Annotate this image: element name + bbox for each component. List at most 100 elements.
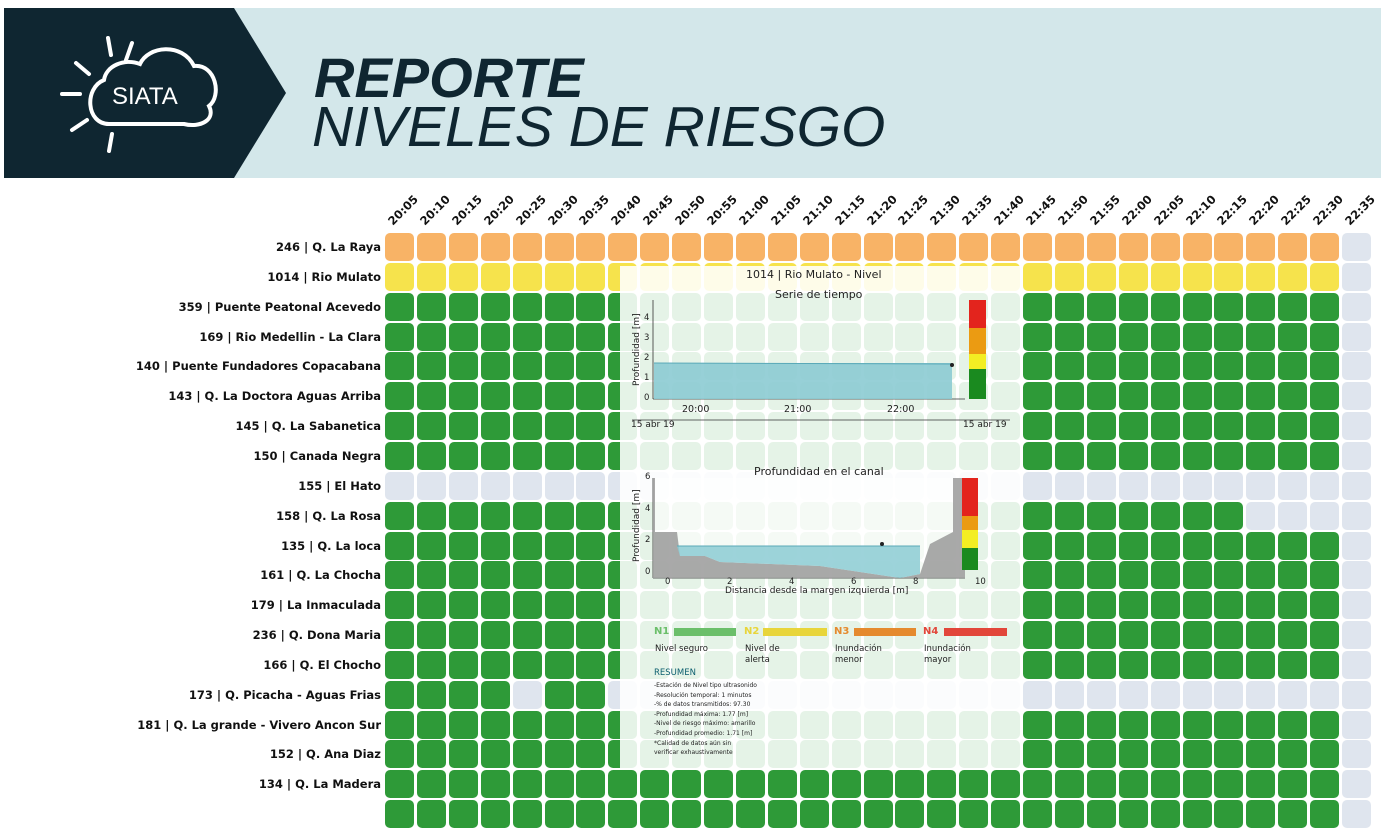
status-cell[interactable]: [927, 800, 957, 829]
status-cell[interactable]: [1342, 382, 1371, 411]
status-cell[interactable]: [385, 233, 414, 261]
status-cell[interactable]: [416, 412, 446, 441]
status-cell[interactable]: [512, 531, 542, 560]
status-cell[interactable]: [1310, 501, 1340, 530]
status-cell[interactable]: [1278, 591, 1308, 620]
status-cell[interactable]: [895, 233, 925, 261]
status-cell[interactable]: [1246, 740, 1276, 769]
status-cell[interactable]: [416, 591, 446, 620]
status-cell[interactable]: [1278, 292, 1308, 321]
status-cell[interactable]: [1278, 800, 1308, 829]
status-cell[interactable]: [1182, 233, 1212, 261]
status-cell[interactable]: [480, 471, 510, 500]
status-cell[interactable]: [1214, 471, 1244, 500]
status-cell[interactable]: [1342, 591, 1371, 620]
status-cell[interactable]: [1150, 740, 1180, 769]
status-cell[interactable]: [512, 292, 542, 321]
status-cell[interactable]: [863, 770, 893, 799]
status-cell[interactable]: [1310, 740, 1340, 769]
status-cell[interactable]: [672, 770, 702, 799]
status-cell[interactable]: [1150, 770, 1180, 799]
status-cell[interactable]: [1214, 740, 1244, 769]
status-cell[interactable]: [448, 501, 478, 530]
status-cell[interactable]: [1246, 471, 1276, 500]
status-cell[interactable]: [385, 770, 414, 799]
status-cell[interactable]: [416, 680, 446, 709]
status-cell[interactable]: [1246, 680, 1276, 709]
status-cell[interactable]: [831, 800, 861, 829]
status-cell[interactable]: [576, 262, 606, 291]
status-cell[interactable]: [1086, 501, 1116, 530]
status-cell[interactable]: [544, 471, 574, 500]
status-cell[interactable]: [576, 561, 606, 590]
status-cell[interactable]: [1246, 710, 1276, 739]
status-cell[interactable]: [1182, 322, 1212, 351]
status-cell[interactable]: [1342, 561, 1371, 590]
status-cell[interactable]: [1342, 740, 1371, 769]
status-cell[interactable]: [512, 471, 542, 500]
status-cell[interactable]: [1342, 531, 1371, 560]
status-cell[interactable]: [1118, 501, 1148, 530]
status-cell[interactable]: [1278, 262, 1308, 291]
status-cell[interactable]: [1310, 680, 1340, 709]
status-cell[interactable]: [1278, 621, 1308, 650]
status-cell[interactable]: [1182, 561, 1212, 590]
status-cell[interactable]: [416, 322, 446, 351]
status-cell[interactable]: [544, 412, 574, 441]
status-cell[interactable]: [1214, 292, 1244, 321]
status-cell[interactable]: [385, 441, 414, 470]
status-cell[interactable]: [480, 501, 510, 530]
status-cell[interactable]: [1246, 531, 1276, 560]
status-cell[interactable]: [1182, 621, 1212, 650]
status-cell[interactable]: [1023, 770, 1052, 799]
status-cell[interactable]: [544, 710, 574, 739]
status-cell[interactable]: [1023, 441, 1052, 470]
status-cell[interactable]: [576, 352, 606, 381]
status-cell[interactable]: [831, 770, 861, 799]
status-cell[interactable]: [1246, 621, 1276, 650]
status-cell[interactable]: [1054, 710, 1084, 739]
status-cell[interactable]: [480, 710, 510, 739]
status-cell[interactable]: [480, 292, 510, 321]
status-cell[interactable]: [1150, 412, 1180, 441]
status-cell[interactable]: [1342, 770, 1371, 799]
status-cell[interactable]: [512, 233, 542, 261]
status-cell[interactable]: [1054, 650, 1084, 679]
status-cell[interactable]: [1150, 650, 1180, 679]
status-cell[interactable]: [1214, 262, 1244, 291]
status-cell[interactable]: [416, 501, 446, 530]
status-cell[interactable]: [448, 800, 478, 829]
status-cell[interactable]: [640, 770, 670, 799]
status-cell[interactable]: [1246, 501, 1276, 530]
status-cell[interactable]: [1278, 770, 1308, 799]
status-cell[interactable]: [1246, 322, 1276, 351]
status-cell[interactable]: [385, 412, 414, 441]
status-cell[interactable]: [1150, 441, 1180, 470]
status-cell[interactable]: [480, 800, 510, 829]
status-cell[interactable]: [1023, 412, 1052, 441]
status-cell[interactable]: [608, 233, 638, 261]
status-cell[interactable]: [512, 680, 542, 709]
status-cell[interactable]: [1118, 292, 1148, 321]
status-cell[interactable]: [1278, 412, 1308, 441]
status-cell[interactable]: [448, 471, 478, 500]
status-cell[interactable]: [1310, 531, 1340, 560]
status-cell[interactable]: [959, 770, 989, 799]
status-cell[interactable]: [448, 561, 478, 590]
status-cell[interactable]: [512, 262, 542, 291]
status-cell[interactable]: [1150, 800, 1180, 829]
status-cell[interactable]: [1086, 770, 1116, 799]
status-cell[interactable]: [1054, 501, 1084, 530]
status-cell[interactable]: [1182, 591, 1212, 620]
status-cell[interactable]: [1278, 441, 1308, 470]
status-cell[interactable]: [672, 233, 702, 261]
status-cell[interactable]: [767, 800, 797, 829]
status-cell[interactable]: [1023, 621, 1052, 650]
status-cell[interactable]: [1342, 352, 1371, 381]
status-cell[interactable]: [1278, 322, 1308, 351]
status-cell[interactable]: [480, 262, 510, 291]
status-cell[interactable]: [448, 382, 478, 411]
status-cell[interactable]: [1182, 412, 1212, 441]
status-cell[interactable]: [1278, 561, 1308, 590]
status-cell[interactable]: [1054, 233, 1084, 261]
